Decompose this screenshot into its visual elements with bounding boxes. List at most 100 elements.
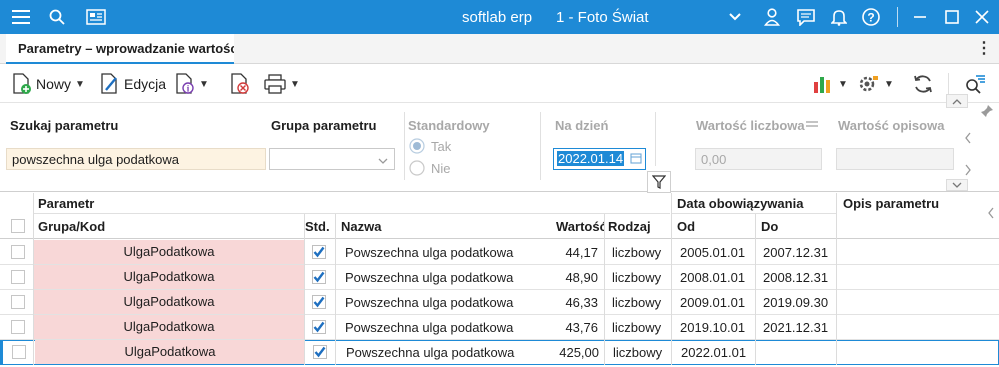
- row-nazwa: Powszechna ulga podatkowa: [345, 270, 514, 285]
- calendar-icon[interactable]: [630, 152, 642, 167]
- edit-button[interactable]: Edycja: [100, 71, 166, 97]
- title-separator: [897, 7, 898, 27]
- header-do[interactable]: Do: [761, 219, 778, 234]
- table-row[interactable]: UlgaPodatkowa Powszechna ulga podatkowa …: [0, 240, 999, 265]
- bar-chart-icon: [814, 77, 830, 93]
- descr-value-input[interactable]: [836, 148, 954, 170]
- row-rodzaj: liczbowy: [612, 270, 662, 285]
- search-icon[interactable]: [46, 0, 68, 34]
- standard-no-radio[interactable]: Nie: [409, 160, 451, 176]
- chevron-right-icon[interactable]: [964, 164, 972, 179]
- group-label: Grupa parametru: [271, 118, 377, 133]
- gear-icon: [859, 76, 878, 92]
- chevron-down-icon[interactable]: [726, 0, 744, 34]
- parameters-grid: Parametr Data obowiązywania Opis paramet…: [0, 193, 999, 367]
- chevron-down-icon[interactable]: ▼: [199, 79, 209, 90]
- tab-bar: Parametry – wprowadzanie wartości: [0, 34, 999, 64]
- equals-icon[interactable]: [805, 118, 819, 133]
- table-row-selected[interactable]: UlgaPodatkowa Powszechna ulga podatkowa …: [0, 340, 999, 365]
- row-nazwa: Powszechna ulga podatkowa: [345, 295, 514, 310]
- checkmark-icon: [313, 345, 327, 359]
- help-icon[interactable]: ?: [860, 0, 882, 34]
- table-row[interactable]: UlgaPodatkowa Powszechna ulga podatkowa …: [0, 290, 999, 315]
- search-label: Szukaj parametru: [10, 118, 119, 133]
- company-selector[interactable]: 1 - Foto Świat: [556, 9, 649, 26]
- row-select-checkbox[interactable]: [11, 270, 25, 284]
- refresh-button[interactable]: [912, 71, 934, 97]
- user-icon[interactable]: [762, 0, 782, 34]
- table-row[interactable]: UlgaPodatkowa Powszechna ulga podatkowa …: [0, 265, 999, 290]
- select-all-checkbox[interactable]: [11, 219, 25, 233]
- info-button[interactable]: i ▼: [175, 71, 209, 97]
- checkmark-icon: [312, 320, 326, 334]
- group-select[interactable]: [269, 148, 395, 170]
- bell-icon[interactable]: [829, 0, 849, 34]
- row-od: 2008.01.01: [680, 270, 746, 285]
- row-select-checkbox[interactable]: [12, 345, 26, 359]
- document-delete-icon: [231, 73, 249, 94]
- newspaper-icon[interactable]: [84, 0, 108, 34]
- print-button[interactable]: ▼: [264, 71, 300, 97]
- header-nazwa[interactable]: Nazwa: [341, 219, 381, 234]
- header-od[interactable]: Od: [677, 219, 695, 234]
- row-wartosc: 425,00: [559, 345, 599, 360]
- search-list-icon: [966, 75, 985, 94]
- numeric-value-input[interactable]: 0,00: [695, 148, 822, 170]
- date-label: Na dzień: [555, 118, 609, 133]
- row-do: 2007.12.31: [763, 245, 829, 260]
- header-rodzaj[interactable]: Rodzaj: [608, 219, 651, 234]
- row-select-checkbox[interactable]: [11, 320, 25, 334]
- chevron-down-icon[interactable]: ▼: [838, 79, 848, 90]
- row-do: 2021.12.31: [763, 320, 829, 335]
- header-opis[interactable]: Opis parametru: [843, 196, 939, 211]
- header-parametr: Parametr: [38, 196, 95, 211]
- row-kod: UlgaPodatkowa: [34, 315, 304, 339]
- edit-button-label: Edycja: [124, 76, 167, 92]
- collapse-down-button[interactable]: [946, 179, 968, 191]
- new-button[interactable]: Nowy ▼: [12, 71, 85, 97]
- radio-selected-icon: [409, 138, 425, 154]
- row-od: 2019.10.01: [680, 320, 746, 335]
- settings-button[interactable]: ▼: [858, 71, 894, 97]
- collapse-up-button[interactable]: [946, 94, 968, 108]
- maximize-icon[interactable]: [942, 0, 962, 34]
- search-input[interactable]: powszechna ulga podatkowa: [6, 148, 266, 170]
- delete-button[interactable]: [230, 71, 250, 97]
- tab-parametry[interactable]: Parametry – wprowadzanie wartości: [6, 34, 234, 64]
- column-divider: [604, 214, 605, 365]
- toolbar: Nowy ▼ Edycja i ▼ ▼ ▼ ▼: [0, 65, 999, 103]
- filter-icon: [652, 175, 666, 189]
- row-kod: UlgaPodatkowa: [34, 290, 304, 314]
- header-wartosc[interactable]: Wartość: [556, 219, 604, 234]
- chevron-down-icon[interactable]: ▼: [290, 79, 300, 90]
- pin-icon[interactable]: [980, 104, 994, 121]
- row-od: 2009.01.01: [680, 295, 746, 310]
- close-icon[interactable]: [972, 0, 992, 34]
- filter-separator: [655, 112, 656, 166]
- menu-icon[interactable]: [10, 0, 32, 34]
- chevron-down-icon: [952, 182, 962, 188]
- row-select-checkbox[interactable]: [11, 295, 25, 309]
- standard-yes-radio[interactable]: Tak: [409, 138, 451, 154]
- table-row[interactable]: UlgaPodatkowa Powszechna ulga podatkowa …: [0, 315, 999, 340]
- chevron-down-icon[interactable]: ▼: [75, 79, 85, 90]
- header-grupa-kod[interactable]: Grupa/Kod: [38, 219, 105, 234]
- chevron-down-icon[interactable]: ▼: [884, 79, 894, 90]
- row-rodzaj: liczbowy: [612, 320, 662, 335]
- chat-icon[interactable]: [796, 0, 816, 34]
- chart-button[interactable]: ▼: [812, 71, 848, 97]
- row-select-checkbox[interactable]: [11, 245, 25, 259]
- standard-no-label: Nie: [431, 160, 451, 176]
- date-value: 2022.01.14: [557, 151, 625, 166]
- minimize-icon[interactable]: [910, 0, 930, 34]
- filter-button[interactable]: [647, 171, 671, 193]
- date-input[interactable]: 2022.01.14: [553, 148, 646, 170]
- filter-panel: Szukaj parametru powszechna ulga podatko…: [0, 94, 999, 193]
- chevron-left-icon[interactable]: [964, 132, 972, 147]
- toolbar-separator: [948, 73, 949, 95]
- header-std[interactable]: Std.: [305, 219, 330, 234]
- column-divider: [335, 214, 336, 365]
- chevron-left-icon[interactable]: [987, 207, 995, 222]
- more-options-icon[interactable]: ⋮: [976, 38, 992, 58]
- column-divider: [755, 214, 756, 365]
